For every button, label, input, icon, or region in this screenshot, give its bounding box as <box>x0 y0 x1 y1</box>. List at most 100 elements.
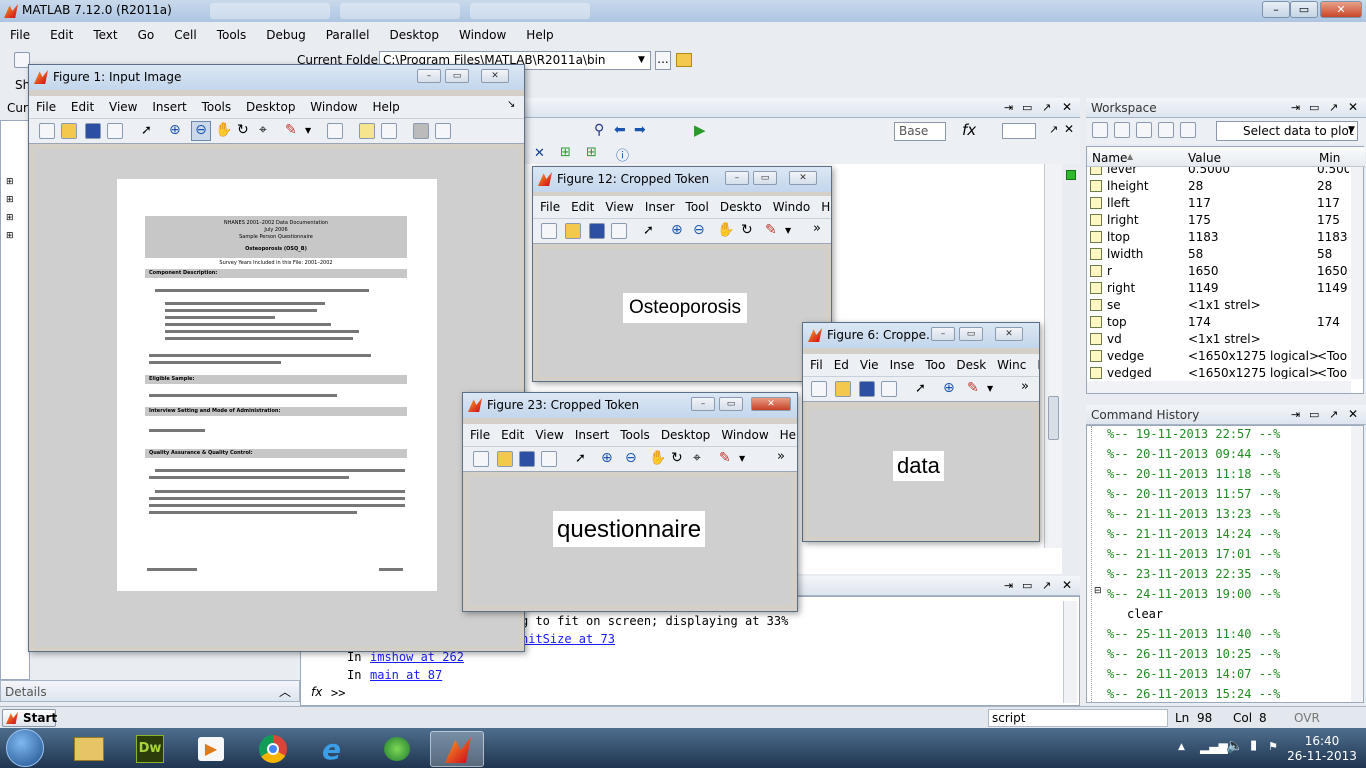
menu-tools[interactable]: Tools <box>202 100 232 114</box>
history-entry[interactable]: %-- 19-11-2013 22:57 --% <box>1107 426 1280 444</box>
zoom-out-icon[interactable]: ⊖ <box>625 450 637 466</box>
run-icon[interactable]: ▶ <box>694 121 706 139</box>
history-entry[interactable]: %-- 21-11-2013 17:01 --% <box>1107 544 1280 564</box>
print-icon[interactable] <box>611 223 627 239</box>
figure-6-title-bar[interactable]: Figure 6: Croppe... – ▭ ✕ <box>803 323 1039 348</box>
zoom-in-icon[interactable]: ⊕ <box>169 122 181 138</box>
brush-icon[interactable]: ✎ <box>765 222 777 238</box>
windows-start-orb-icon[interactable] <box>6 729 44 767</box>
workspace-row[interactable]: lright 175 175 <box>1087 212 1349 229</box>
scroll-thumb[interactable] <box>1048 396 1059 440</box>
colorbar-icon[interactable] <box>359 123 375 139</box>
menu-tools[interactable]: Too <box>925 358 945 372</box>
command-history-list[interactable]: %-- 19-11-2013 22:57 --% %-- 20-11-2013 … <box>1086 425 1364 703</box>
pointer-icon[interactable]: ➚ <box>141 123 152 138</box>
rotate-icon[interactable]: ↻ <box>237 122 249 138</box>
command-output-link[interactable]: main at 87 <box>370 668 442 682</box>
figure-12-axes[interactable]: Osteoporosis <box>539 249 825 377</box>
history-entry[interactable]: %-- 20-11-2013 11:57 --% <box>1107 484 1280 504</box>
minimize-icon[interactable]: – <box>725 171 749 185</box>
zoom-out-icon[interactable]: ⊖ <box>693 222 705 238</box>
save-icon[interactable] <box>589 223 605 239</box>
menu-debug[interactable]: Debug <box>266 24 305 46</box>
maximize-icon[interactable]: ▭ <box>1022 101 1032 114</box>
undock-icon[interactable]: ⇥ <box>1004 101 1013 114</box>
arrow-right-icon[interactable]: ➡ <box>634 122 646 138</box>
background-tab[interactable] <box>210 3 330 19</box>
workspace-row[interactable]: r 1650 1650 <box>1087 263 1349 280</box>
history-entry[interactable]: %-- 26-11-2013 14:07 --% <box>1107 664 1280 684</box>
figure-12-title-bar[interactable]: Figure 12: Cropped Token – ▭ ✕ <box>533 167 831 192</box>
chevron-down-icon[interactable]: ▼ <box>739 454 745 463</box>
more-tools-icon[interactable]: » <box>777 449 785 464</box>
column-min[interactable]: Min <box>1319 151 1340 165</box>
close-icon[interactable]: ✕ <box>1062 100 1072 114</box>
workspace-row[interactable]: right 1149 1149 <box>1087 280 1349 297</box>
battery-icon[interactable]: ▮ <box>1250 738 1257 753</box>
rotate-icon[interactable]: ↻ <box>671 450 683 466</box>
menu-insert[interactable]: Insert <box>152 100 186 114</box>
menu-tools[interactable]: Tools <box>620 428 650 442</box>
main-title-bar[interactable]: MATLAB 7.12.0 (R2011a) – ▭ ✕ <box>0 0 1366 22</box>
save-icon[interactable] <box>85 123 101 139</box>
close-icon[interactable]: ✕ <box>751 397 791 411</box>
minimize-icon[interactable]: – <box>417 69 441 83</box>
workspace-row[interactable]: vedge <1650x1275 logical> <Too <box>1087 348 1349 365</box>
history-entry[interactable]: %-- 20-11-2013 11:18 --% <box>1107 464 1280 484</box>
close-icon[interactable]: ✕ <box>534 146 545 161</box>
chevron-down-icon[interactable]: ▼ <box>785 226 791 235</box>
pointer-icon[interactable]: ➚ <box>643 223 654 238</box>
close-icon[interactable]: ✕ <box>789 171 817 185</box>
dreamweaver-taskbar-button[interactable]: Dw <box>124 731 178 767</box>
menu-desktop[interactable]: Deskto <box>720 200 762 214</box>
workspace-row[interactable]: lleft 117 117 <box>1087 195 1349 212</box>
history-command[interactable]: clear <box>1127 604 1163 624</box>
history-entry[interactable]: %-- 26-11-2013 15:24 --% <box>1107 684 1280 702</box>
zoom-in-icon[interactable]: ⊕ <box>671 222 683 238</box>
menu-view[interactable]: View <box>535 428 563 442</box>
maximize-icon[interactable]: ▭ <box>1022 579 1032 592</box>
workspace-row[interactable]: vedged <1650x1275 logical> <Too <box>1087 365 1349 379</box>
menu-help[interactable]: Help <box>821 200 831 214</box>
menu-file[interactable]: File <box>540 200 560 214</box>
menu-insert[interactable]: Inse <box>890 358 915 372</box>
tree-expand-icon[interactable]: ⊞ <box>6 231 14 241</box>
close-icon[interactable]: ✕ <box>1320 1 1362 18</box>
workspace-base-select[interactable]: Base <box>894 122 946 141</box>
fx-icon[interactable]: fx <box>311 685 322 699</box>
menu-help[interactable]: Help <box>372 100 399 114</box>
menu-file[interactable]: File <box>470 428 490 442</box>
background-tab[interactable] <box>470 3 590 19</box>
save-icon[interactable] <box>1158 122 1174 138</box>
network-app-taskbar-button[interactable] <box>370 731 424 767</box>
command-output-link[interactable]: imshow at 262 <box>370 650 464 664</box>
cell-icon[interactable]: ⊞ <box>586 145 597 160</box>
menu-help[interactable]: He <box>1037 358 1039 372</box>
menu-edit[interactable]: Edit <box>501 428 524 442</box>
network-icon[interactable]: ▂▄▆ <box>1200 740 1228 754</box>
history-entry[interactable]: %-- 23-11-2013 22:35 --% <box>1107 564 1280 584</box>
show-hidden-icons-icon[interactable]: ▲ <box>1178 742 1185 752</box>
menu-insert[interactable]: Inser <box>645 200 675 214</box>
import-data-icon[interactable] <box>1136 122 1152 138</box>
tree-expand-icon[interactable]: ⊞ <box>6 213 14 223</box>
figure-1-window[interactable]: Figure 1: Input Image – ▭ ✕ File Edit Vi… <box>28 64 525 652</box>
history-entry[interactable]: %-- 25-11-2013 11:40 --% <box>1107 624 1280 644</box>
folder-up-icon[interactable] <box>676 53 692 67</box>
show-plot-tools-icon[interactable] <box>435 123 451 139</box>
binoculars-icon[interactable]: ⚲ <box>594 122 604 138</box>
close-icon[interactable]: ✕ <box>481 69 509 83</box>
figure-1-axes[interactable]: NHANES 2001–2002 Data Documentation July… <box>35 149 519 647</box>
new-figure-icon[interactable] <box>541 223 557 239</box>
hide-plot-tools-icon[interactable] <box>413 123 429 139</box>
open-file-icon[interactable] <box>835 381 851 397</box>
menu-file[interactable]: Fil <box>810 358 823 372</box>
close-icon[interactable]: ✕ <box>1348 100 1358 114</box>
close-icon[interactable]: ✕ <box>995 327 1023 341</box>
print-icon[interactable] <box>881 381 897 397</box>
workspace-row[interactable]: se <1x1 strel> <box>1087 297 1349 314</box>
menu-insert[interactable]: Insert <box>575 428 609 442</box>
maximize-icon[interactable]: ▭ <box>1290 1 1318 18</box>
print-icon[interactable] <box>541 451 557 467</box>
cell-icon[interactable]: ⊞ <box>560 145 571 160</box>
